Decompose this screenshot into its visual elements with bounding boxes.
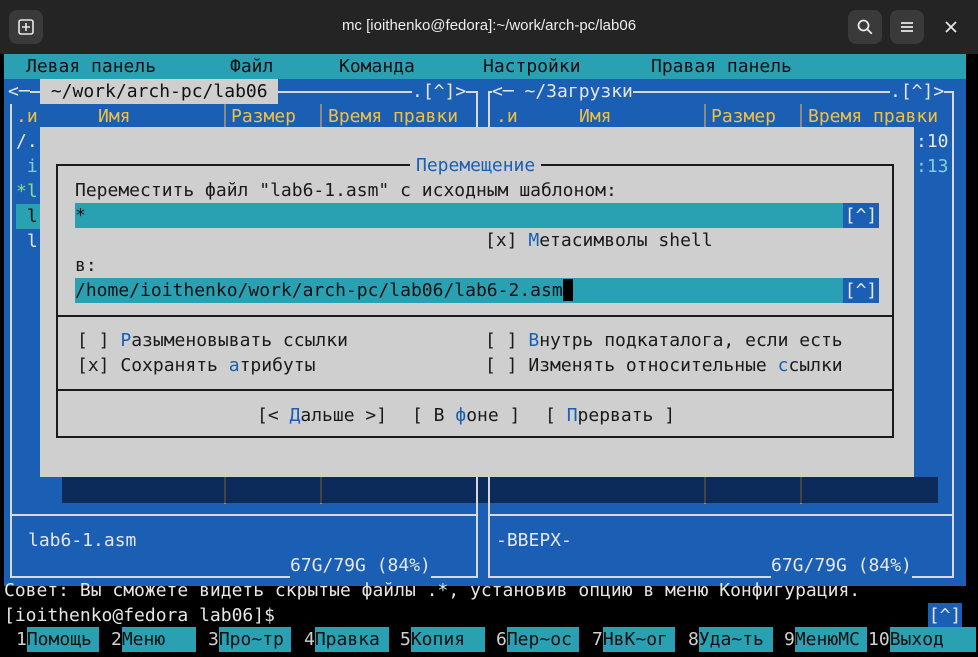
close-button[interactable]	[934, 10, 968, 44]
dest-label: в:	[75, 255, 97, 276]
fkey-move[interactable]: 6Пер~ос	[496, 627, 579, 652]
dest-history-button[interactable]: [^]	[843, 278, 879, 303]
left-panel-header-left: <─	[8, 79, 30, 104]
move-dialog: Перемещение Переместить файл "lab6-1.asm…	[40, 127, 914, 477]
source-prompt: Переместить файл "lab6-1.asm" с исходным…	[75, 180, 617, 201]
menu-options[interactable]: Настройки	[483, 54, 581, 79]
dereference-checkbox[interactable]: [ ] Разыменовывать ссылки	[77, 328, 348, 353]
menu-left-panel[interactable]: Левая панель	[26, 54, 156, 79]
dialog-title: Перемещение	[410, 153, 542, 178]
right-col-n[interactable]: .и	[496, 104, 518, 129]
search-button[interactable]	[848, 10, 882, 44]
fkey-delete[interactable]: 8Уда~ть	[688, 627, 773, 652]
mc-menubar: Левая панель Файл Команда Настройки Прав…	[4, 54, 966, 79]
fkey-copy[interactable]: 5Копия	[400, 627, 485, 652]
window-title: mc [ioithenko@fedora]:~/work/arch-pc/lab…	[341, 17, 637, 34]
right-status-filename: -ВВЕРХ-	[496, 530, 572, 551]
source-history-button[interactable]: [^]	[843, 203, 879, 228]
left-panel-path[interactable]: ~/work/arch-pc/lab06	[40, 79, 279, 104]
shell-patterns-checkbox[interactable]: [x] Метасимволы shell	[485, 228, 713, 253]
dialog-shadow	[62, 477, 938, 503]
prompt-history-button[interactable]: [^]	[928, 603, 962, 628]
fkey-mkdir[interactable]: 7НвК~ог	[592, 627, 675, 652]
text-cursor	[562, 278, 573, 301]
left-col-n[interactable]: .и	[16, 104, 38, 129]
continue-button[interactable]: [< Дальше >]	[257, 403, 387, 428]
menu-icon	[901, 22, 913, 32]
relative-links-checkbox[interactable]: [ ] Изменять относительные ссылки	[485, 353, 843, 378]
right-row-1-time: :13	[916, 156, 949, 177]
right-col-size[interactable]: Размер	[711, 104, 776, 129]
left-status-filename: lab6-1.asm	[28, 530, 137, 551]
right-col-mtime[interactable]: Время правки	[808, 104, 938, 129]
function-key-bar: 1Помощь 2Меню 3Про~тр 4Правка 5Копия 6Пе…	[0, 627, 978, 652]
right-panel-header-right[interactable]: .[^]>	[890, 79, 945, 104]
search-icon	[857, 19, 873, 35]
right-disk-usage: 67G/79G (84%)	[771, 553, 912, 578]
menu-right-panel[interactable]: Правая панель	[651, 54, 792, 79]
shell-prompt[interactable]: [ioithenko@fedora lab06]$	[4, 603, 275, 628]
left-row-0[interactable]: /.	[16, 129, 38, 154]
source-mask-input[interactable]: *	[75, 203, 843, 228]
hint-line: Совет: Вы сможете видеть скрытые файлы .…	[4, 580, 861, 601]
title-bar: mc [ioithenko@fedora]:~/work/arch-pc/lab…	[0, 0, 978, 55]
left-col-size[interactable]: Размер	[231, 104, 296, 129]
right-col-name[interactable]: Имя	[579, 104, 612, 129]
abort-button[interactable]: [ Прервать ]	[545, 403, 675, 428]
dest-path-input[interactable]: /home/ioithenko/work/arch-pc/lab06/lab6-…	[75, 278, 843, 303]
background-button[interactable]: [ В фоне ]	[412, 403, 520, 428]
left-row-selected[interactable]: l	[16, 204, 40, 229]
fkey-quit[interactable]: 10Выход	[868, 627, 976, 652]
menu-command[interactable]: Команда	[339, 54, 415, 79]
left-row-1[interactable]: i	[16, 154, 38, 179]
left-disk-usage: 67G/79G (84%)	[290, 553, 431, 578]
fkey-help[interactable]: 1Помощь	[16, 627, 99, 652]
menu-file[interactable]: Файл	[230, 54, 273, 79]
close-icon	[945, 21, 957, 33]
menu-button[interactable]	[890, 10, 924, 44]
left-panel-header-right[interactable]: .[^]>	[412, 79, 467, 104]
fkey-pulldown[interactable]: 9МенюMC	[784, 627, 867, 652]
terminal: Левая панель Файл Команда Настройки Прав…	[0, 54, 978, 657]
fkey-view[interactable]: 3Про~тр	[208, 627, 291, 652]
left-row-4[interactable]: l	[16, 229, 38, 254]
terminal-window: mc [ioithenko@fedora]:~/work/arch-pc/lab…	[0, 0, 978, 657]
right-row-0-time: :10	[916, 131, 949, 152]
dive-into-subdir-checkbox[interactable]: [ ] Внутрь подкаталога, если есть	[485, 328, 843, 353]
fkey-edit[interactable]: 4Правка	[304, 627, 389, 652]
fkey-menu[interactable]: 2Меню	[111, 627, 196, 652]
left-col-mtime[interactable]: Время правки	[328, 104, 458, 129]
left-row-2[interactable]: *l	[16, 179, 38, 204]
right-panel-path[interactable]: <─ ~/Загрузки	[492, 79, 633, 104]
preserve-attrs-checkbox[interactable]: [x] Сохранять атрибуты	[77, 353, 315, 378]
left-col-name[interactable]: Имя	[98, 104, 131, 129]
